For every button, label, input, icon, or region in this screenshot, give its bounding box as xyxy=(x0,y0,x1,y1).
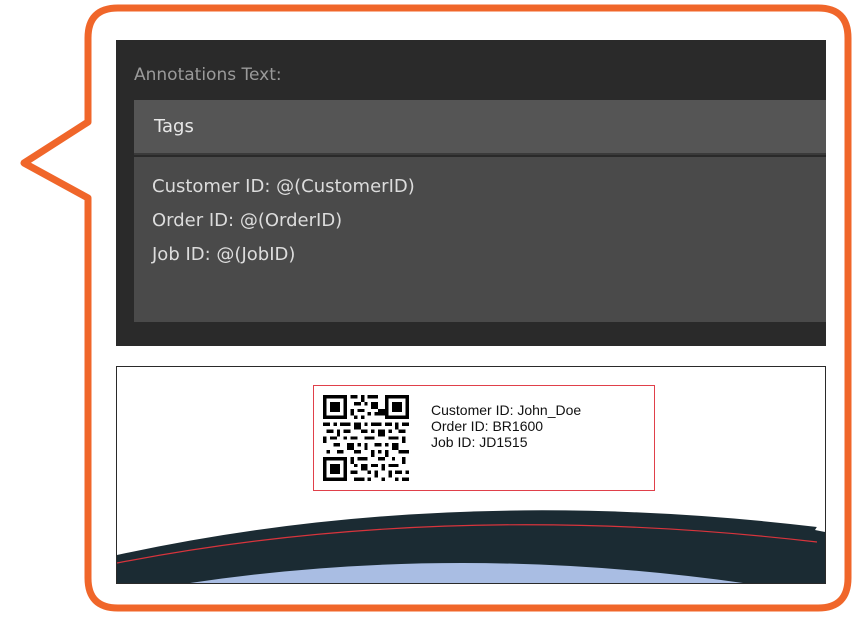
annotation-line-customer-id: Customer ID: @(CustomerID) xyxy=(152,176,415,197)
annotations-text-area[interactable]: Customer ID: @(CustomerID) Order ID: @(O… xyxy=(134,157,826,322)
print-preview: Customer ID: John_Doe Order ID: BR1600 J… xyxy=(116,366,826,584)
annotation-label: Customer ID: John_Doe Order ID: BR1600 J… xyxy=(313,385,655,491)
annotations-text-label: Annotations Text: xyxy=(134,65,282,85)
annotation-line-order-id: Order ID: @(OrderID) xyxy=(152,210,343,231)
tags-button[interactable]: Tags xyxy=(134,100,826,155)
annotation-line-job-id: Job ID: @(JobID) xyxy=(152,244,296,265)
label-text-block: Customer ID: John_Doe Order ID: BR1600 J… xyxy=(431,402,581,450)
label-customer-id: Customer ID: John_Doe xyxy=(431,402,582,418)
qr-code-icon xyxy=(323,395,409,481)
label-job-id: Job ID: JD1515 xyxy=(431,434,528,450)
label-order-id: Order ID: BR1600 xyxy=(431,418,544,434)
tags-label: Tags xyxy=(154,116,194,137)
annotations-panel: Annotations Text: Tags Customer ID: @(Cu… xyxy=(116,40,826,346)
